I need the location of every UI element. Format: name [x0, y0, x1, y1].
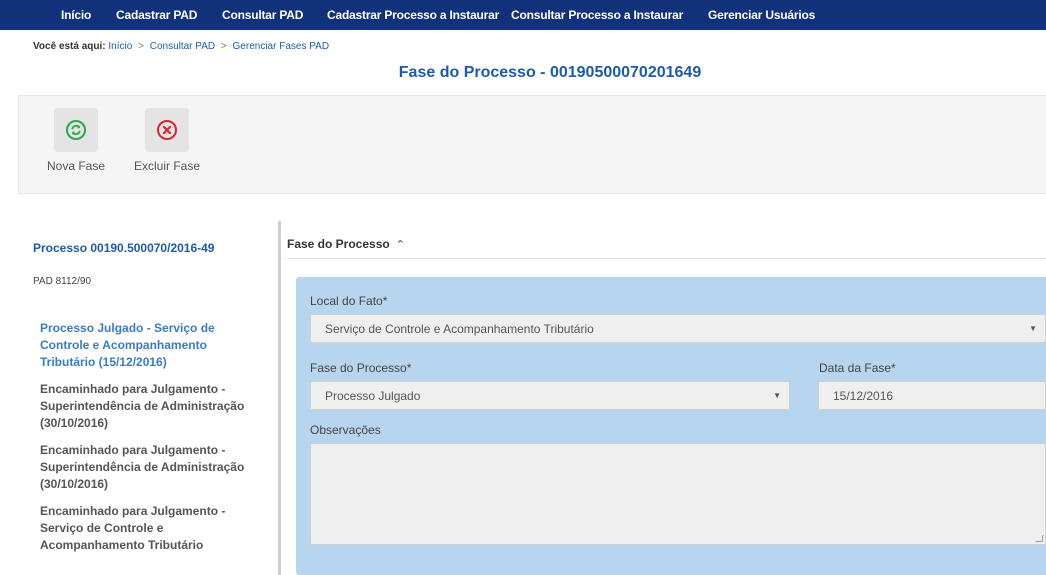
chevron-up-double-icon: ⌃	[395, 239, 405, 251]
breadcrumb-current-gerenciar-fases: Gerenciar Fases PAD	[232, 41, 330, 52]
phase-label: Fase do Processo*	[310, 361, 412, 375]
new-phase-button[interactable]: Nova Fase	[36, 108, 116, 173]
phase-list: Processo Julgado - Serviço de Controle e…	[40, 320, 265, 564]
phase-item[interactable]: Encaminhado para Julgamento - Superinten…	[40, 442, 265, 493]
notes-textarea[interactable]	[310, 443, 1046, 545]
nav-item-gerenciar-usuarios[interactable]: Gerenciar Usuários	[708, 8, 815, 22]
vertical-divider	[278, 221, 281, 575]
phase-select-value: Processo Julgado	[325, 389, 421, 403]
nav-item-consultar-processo-a-instaurar[interactable]: Consultar Processo a Instaurar	[511, 8, 683, 22]
date-input-value: 15/12/2016	[833, 389, 894, 403]
new-phase-label: Nova Fase	[46, 159, 106, 173]
caret-down-icon: ▼	[1029, 324, 1037, 333]
breadcrumb-separator: >	[220, 41, 227, 52]
process-title: Processo 00190.500070/2016-49	[33, 241, 215, 255]
notes-label: Observações	[310, 423, 381, 437]
top-navigation-bar: Início Cadastrar PAD Consultar PAD Cadas…	[0, 0, 1046, 30]
breadcrumb: Você está aqui: Início > Consultar PAD >…	[33, 41, 329, 52]
section-title: Fase do Processo	[287, 237, 390, 251]
breadcrumb-link-inicio[interactable]: Início	[108, 41, 132, 52]
breadcrumb-prefix: Você está aqui:	[33, 41, 106, 52]
process-type: PAD 8112/90	[33, 276, 92, 287]
new-phase-icon-box	[54, 108, 98, 152]
refresh-icon	[66, 120, 86, 140]
breadcrumb-link-consultar-pad[interactable]: Consultar PAD	[150, 41, 215, 52]
process-sidebar: Processo 00190.500070/2016-49 PAD 8112/9…	[0, 220, 278, 575]
phase-item[interactable]: Encaminhado para Julgamento - Serviço de…	[40, 503, 265, 554]
nav-item-cadastrar-processo-a-instaurar[interactable]: Cadastrar Processo a Instaurar	[327, 8, 499, 22]
breadcrumb-separator: >	[138, 41, 144, 52]
date-input[interactable]: 15/12/2016	[818, 381, 1046, 410]
nav-item-inicio[interactable]: Início	[61, 8, 91, 22]
resize-handle-icon[interactable]	[1035, 535, 1044, 542]
delete-x-icon	[157, 120, 177, 140]
phase-form-panel: Local do Fato* Serviço de Controle e Aco…	[296, 277, 1046, 575]
nav-item-cadastrar-pad[interactable]: Cadastrar PAD	[116, 8, 197, 22]
section-divider	[287, 258, 1046, 259]
page-title: Fase do Processo - 00190500070201649	[398, 64, 702, 81]
caret-down-icon: ▼	[773, 391, 781, 400]
phase-select[interactable]: Processo Julgado ▼	[310, 381, 790, 410]
phase-item-active[interactable]: Processo Julgado - Serviço de Controle e…	[40, 320, 265, 371]
local-label: Local do Fato*	[310, 294, 388, 308]
action-toolbar: Nova Fase Excluir Fase	[18, 95, 1046, 194]
nav-item-consultar-pad[interactable]: Consultar PAD	[222, 8, 303, 22]
local-select[interactable]: Serviço de Controle e Acompanhamento Tri…	[310, 314, 1046, 343]
section-toggle[interactable]: Fase do Processo ⌃	[287, 237, 405, 251]
delete-phase-button[interactable]: Excluir Fase	[127, 108, 207, 173]
delete-phase-icon-box	[145, 108, 189, 152]
phase-item[interactable]: Encaminhado para Julgamento - Superinten…	[40, 381, 265, 432]
local-select-value: Serviço de Controle e Acompanhamento Tri…	[325, 322, 594, 336]
delete-phase-label: Excluir Fase	[133, 159, 201, 173]
date-label: Data da Fase*	[819, 361, 896, 375]
